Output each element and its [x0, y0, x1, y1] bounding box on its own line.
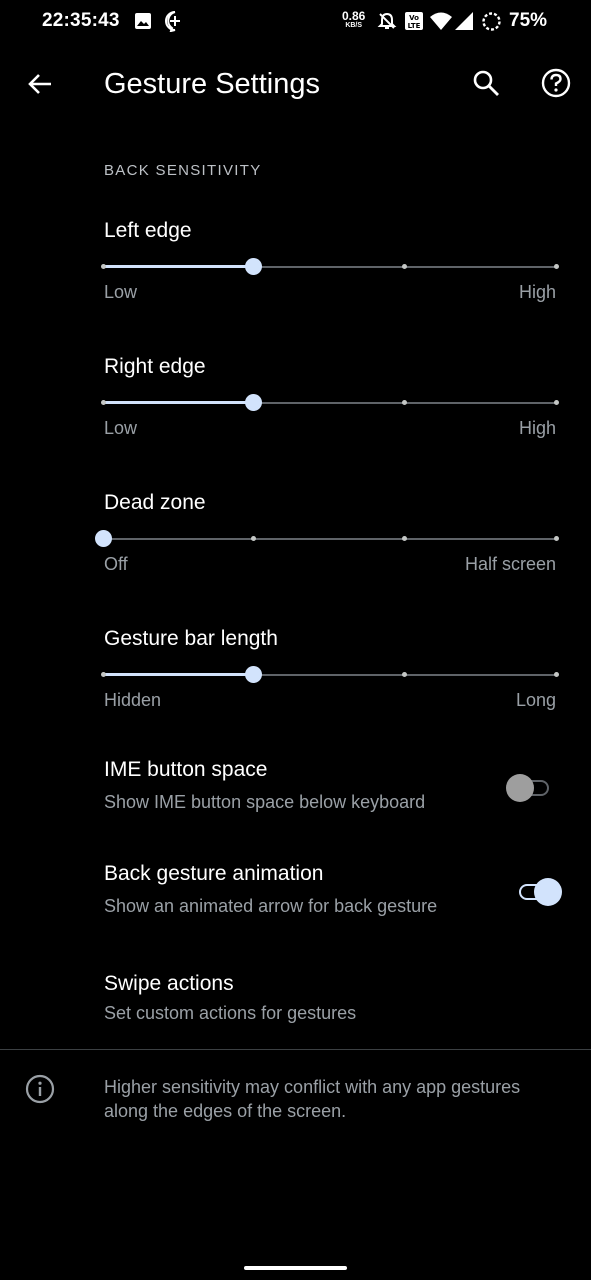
- back-button[interactable]: [20, 64, 60, 104]
- slider-tick: [402, 536, 408, 541]
- back-arrow-icon: [28, 74, 51, 94]
- gesture-bar-length-slider[interactable]: [100, 665, 559, 685]
- search-icon: [473, 70, 499, 96]
- swipe-actions-summary: Set custom actions for gestures: [104, 1003, 357, 1023]
- svg-text:Vo: Vo: [409, 14, 419, 22]
- gesture-bar-length-min-label: Hidden: [104, 690, 162, 710]
- ime-button-space-title: IME button space: [104, 758, 268, 781]
- right-edge-min-label: Low: [104, 418, 138, 438]
- page-title: Gesture Settings: [104, 68, 320, 100]
- svg-text:LTE: LTE: [408, 22, 421, 30]
- signal-icon: [455, 12, 473, 30]
- net-speed-unit: KB/S: [345, 22, 363, 29]
- bell-off-icon: [377, 12, 397, 29]
- divider: [0, 1049, 591, 1050]
- footer-info-text: Higher sensitivity may conflict with any…: [104, 1077, 521, 1121]
- gesture-bar-length-title: Gesture bar length: [104, 627, 278, 650]
- search-button[interactable]: [466, 63, 506, 103]
- messenger-icon: [165, 11, 180, 32]
- home-indicator[interactable]: [244, 1266, 347, 1270]
- dead-zone-min-label: Off: [104, 554, 128, 574]
- left-edge-max-label: High: [518, 282, 556, 302]
- gesture-bar-length-max-label: Long: [515, 690, 556, 710]
- battery-saver-icon: [482, 12, 501, 31]
- help-button[interactable]: [536, 63, 576, 103]
- left-edge-slider[interactable]: [100, 257, 559, 277]
- left-edge-min-label: Low: [104, 282, 138, 302]
- wifi-icon: [430, 12, 452, 30]
- slider-thumb[interactable]: [94, 530, 112, 547]
- slider-tick: [553, 536, 559, 541]
- slider-fill: [103, 673, 254, 676]
- slider-thumb[interactable]: [245, 394, 263, 411]
- back-gesture-animation-summary: Show an animated arrow for back gesture: [104, 896, 438, 916]
- slider-fill: [103, 265, 254, 268]
- right-edge-title: Right edge: [104, 355, 206, 378]
- switch-knob: [506, 774, 534, 802]
- right-edge-slider[interactable]: [100, 393, 559, 413]
- slider-thumb[interactable]: [245, 258, 263, 275]
- slider-tick: [553, 400, 559, 405]
- help-icon: [541, 68, 571, 98]
- slider-fill: [103, 401, 254, 404]
- ime-button-space-switch[interactable]: [504, 773, 554, 803]
- net-speed-value: 0.86: [342, 9, 366, 23]
- net-speed: 0.86 KB/S: [342, 9, 366, 30]
- slider-tick: [100, 672, 106, 677]
- switch-knob: [534, 878, 562, 906]
- section-header-back-sensitivity: BACK SENSITIVITY: [104, 162, 262, 179]
- slider-tick: [402, 400, 408, 405]
- ime-button-space-row[interactable]: IME button space Show IME button space b…: [0, 748, 591, 828]
- swipe-actions-title: Swipe actions: [104, 972, 234, 995]
- battery-percent: 75%: [509, 10, 548, 31]
- slider-track: [103, 538, 556, 540]
- dead-zone-slider[interactable]: [94, 529, 559, 549]
- dead-zone-title: Dead zone: [104, 491, 206, 514]
- right-edge-max-label: High: [518, 418, 556, 438]
- back-gesture-animation-switch[interactable]: [514, 877, 564, 907]
- status-time: 22:35:43: [42, 10, 120, 31]
- slider-thumb[interactable]: [245, 666, 263, 683]
- slider-tick: [553, 672, 559, 677]
- slider-tick: [402, 264, 408, 269]
- slider-tick: [100, 400, 106, 405]
- slider-tick: [100, 264, 106, 269]
- slider-tick: [251, 536, 257, 541]
- info-icon: [25, 1074, 55, 1104]
- back-gesture-animation-title: Back gesture animation: [104, 862, 324, 885]
- image-icon: [135, 13, 151, 29]
- dead-zone-max-label: Half screen: [464, 554, 556, 574]
- slider-tick: [553, 264, 559, 269]
- volte-icon: Vo LTE: [405, 12, 423, 30]
- swipe-actions-row[interactable]: Swipe actions Set custom actions for ges…: [0, 960, 591, 1040]
- left-edge-title: Left edge: [104, 219, 192, 242]
- ime-button-space-summary: Show IME button space below keyboard: [104, 792, 426, 812]
- slider-tick: [402, 672, 408, 677]
- back-gesture-animation-row[interactable]: Back gesture animation Show an animated …: [0, 852, 591, 932]
